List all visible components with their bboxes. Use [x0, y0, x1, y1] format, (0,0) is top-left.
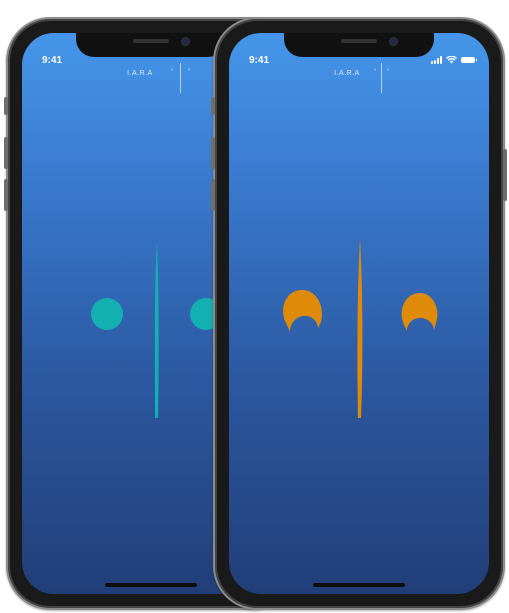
- left-crescent-shape: [283, 289, 323, 332]
- volume-up-button[interactable]: [211, 137, 215, 169]
- power-button[interactable]: [503, 149, 507, 201]
- volume-down-button[interactable]: [4, 179, 8, 211]
- screen-right: 9:41 I.A.R.A ° °: [229, 33, 489, 594]
- mute-switch[interactable]: [211, 97, 215, 115]
- shapes-canvas-right: [283, 238, 438, 418]
- stage: 9:41 I.A.R.A ° ° 9:41 I.A.R.A ° °: [0, 0, 509, 613]
- mute-switch[interactable]: [4, 97, 8, 115]
- volume-up-button[interactable]: [4, 137, 8, 169]
- volume-down-button[interactable]: [211, 179, 215, 211]
- home-indicator[interactable]: [105, 583, 197, 587]
- right-crescent-shape: [401, 292, 438, 331]
- left-circle-overlap: [105, 304, 123, 322]
- phone-right: 9:41 I.A.R.A ° °: [211, 17, 507, 610]
- home-indicator[interactable]: [313, 583, 405, 587]
- vertical-bar-shape: [154, 241, 159, 418]
- vertical-bar-shape: [357, 238, 363, 418]
